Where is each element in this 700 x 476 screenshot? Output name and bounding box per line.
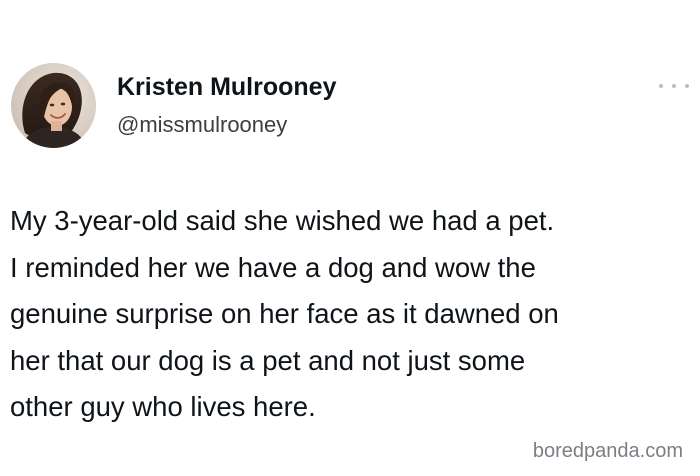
tweet-text-line: other guy who lives here. — [10, 391, 316, 422]
tweet-text-line: her that our dog is a pet and not just s… — [10, 344, 526, 376]
tweet-text-line: genuine surprise on her face as it dawne… — [10, 298, 559, 329]
ellipsis-dot — [685, 84, 689, 88]
tweet-text: My 3-year-old said she wished we had a p… — [10, 198, 690, 431]
author-handle[interactable]: @missmulrooney — [117, 112, 287, 138]
more-options-icon[interactable] — [659, 80, 689, 92]
author-display-name[interactable]: Kristen Mulrooney — [117, 73, 336, 102]
tweet-text-line: I reminded her we have a dog and wow the — [10, 251, 536, 283]
profile-photo-icon — [11, 63, 96, 148]
tweet-card: Kristen Mulrooney @missmulrooney My 3-ye… — [0, 0, 700, 476]
watermark: boredpanda.com — [532, 440, 683, 462]
tweet-text-line: My 3-year-old said she wished we had a p… — [10, 205, 555, 236]
avatar[interactable] — [11, 63, 96, 148]
ellipsis-dot — [659, 84, 663, 88]
ellipsis-dot — [672, 84, 676, 88]
